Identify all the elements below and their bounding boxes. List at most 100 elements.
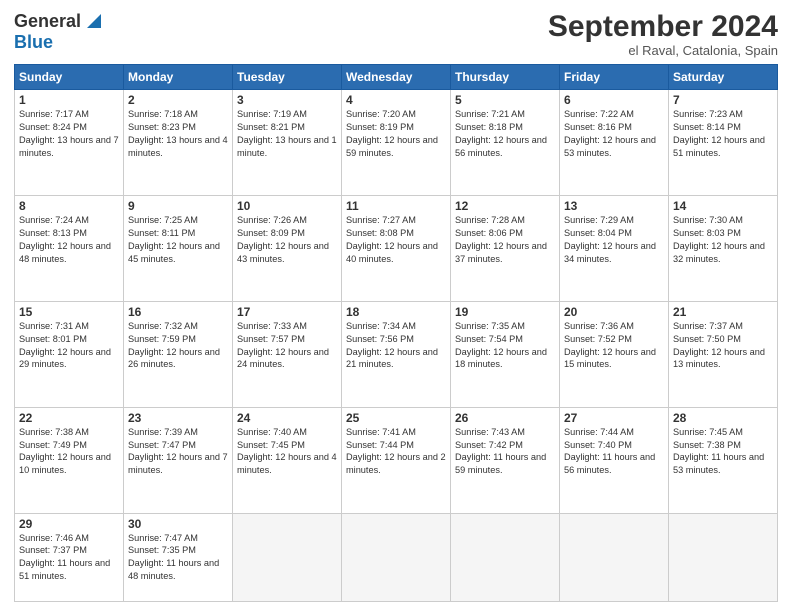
day-number: 5 <box>455 93 555 107</box>
logo-triangle-icon <box>83 10 105 32</box>
col-sunday: Sunday <box>15 65 124 90</box>
day-number: 27 <box>564 411 664 425</box>
month-title: September 2024 <box>548 10 778 43</box>
day-info: Sunrise: 7:35 AMSunset: 7:54 PMDaylight:… <box>455 320 555 372</box>
day-info: Sunrise: 7:40 AMSunset: 7:45 PMDaylight:… <box>237 426 337 478</box>
day-info: Sunrise: 7:25 AMSunset: 8:11 PMDaylight:… <box>128 214 228 266</box>
day-info: Sunrise: 7:39 AMSunset: 7:47 PMDaylight:… <box>128 426 228 478</box>
table-cell: 22 Sunrise: 7:38 AMSunset: 7:49 PMDaylig… <box>15 407 124 513</box>
day-number: 18 <box>346 305 446 319</box>
table-cell: 2 Sunrise: 7:18 AMSunset: 8:23 PMDayligh… <box>124 90 233 196</box>
calendar-table: Sunday Monday Tuesday Wednesday Thursday… <box>14 64 778 602</box>
day-info: Sunrise: 7:43 AMSunset: 7:42 PMDaylight:… <box>455 426 555 478</box>
logo-general: General <box>14 11 81 32</box>
logo-blue: Blue <box>14 32 105 53</box>
table-cell: 20 Sunrise: 7:36 AMSunset: 7:52 PMDaylig… <box>560 301 669 407</box>
day-info: Sunrise: 7:32 AMSunset: 7:59 PMDaylight:… <box>128 320 228 372</box>
calendar-row: 1 Sunrise: 7:17 AMSunset: 8:24 PMDayligh… <box>15 90 778 196</box>
day-number: 20 <box>564 305 664 319</box>
day-info: Sunrise: 7:47 AMSunset: 7:35 PMDaylight:… <box>128 532 228 584</box>
day-info: Sunrise: 7:31 AMSunset: 8:01 PMDaylight:… <box>19 320 119 372</box>
day-number: 17 <box>237 305 337 319</box>
table-cell: 12 Sunrise: 7:28 AMSunset: 8:06 PMDaylig… <box>451 195 560 301</box>
table-cell <box>342 513 451 602</box>
day-info: Sunrise: 7:19 AMSunset: 8:21 PMDaylight:… <box>237 108 337 160</box>
day-number: 6 <box>564 93 664 107</box>
col-monday: Monday <box>124 65 233 90</box>
table-cell: 6 Sunrise: 7:22 AMSunset: 8:16 PMDayligh… <box>560 90 669 196</box>
day-info: Sunrise: 7:24 AMSunset: 8:13 PMDaylight:… <box>19 214 119 266</box>
table-cell: 4 Sunrise: 7:20 AMSunset: 8:19 PMDayligh… <box>342 90 451 196</box>
table-cell: 13 Sunrise: 7:29 AMSunset: 8:04 PMDaylig… <box>560 195 669 301</box>
day-info: Sunrise: 7:29 AMSunset: 8:04 PMDaylight:… <box>564 214 664 266</box>
table-cell: 5 Sunrise: 7:21 AMSunset: 8:18 PMDayligh… <box>451 90 560 196</box>
title-section: September 2024 el Raval, Catalonia, Spai… <box>548 10 778 58</box>
day-info: Sunrise: 7:34 AMSunset: 7:56 PMDaylight:… <box>346 320 446 372</box>
table-cell: 23 Sunrise: 7:39 AMSunset: 7:47 PMDaylig… <box>124 407 233 513</box>
table-cell: 9 Sunrise: 7:25 AMSunset: 8:11 PMDayligh… <box>124 195 233 301</box>
table-cell <box>669 513 778 602</box>
day-number: 29 <box>19 517 119 531</box>
table-cell: 25 Sunrise: 7:41 AMSunset: 7:44 PMDaylig… <box>342 407 451 513</box>
day-number: 28 <box>673 411 773 425</box>
table-cell: 7 Sunrise: 7:23 AMSunset: 8:14 PMDayligh… <box>669 90 778 196</box>
day-number: 9 <box>128 199 228 213</box>
calendar-row: 15 Sunrise: 7:31 AMSunset: 8:01 PMDaylig… <box>15 301 778 407</box>
day-info: Sunrise: 7:21 AMSunset: 8:18 PMDaylight:… <box>455 108 555 160</box>
day-number: 16 <box>128 305 228 319</box>
day-number: 15 <box>19 305 119 319</box>
day-number: 19 <box>455 305 555 319</box>
day-info: Sunrise: 7:41 AMSunset: 7:44 PMDaylight:… <box>346 426 446 478</box>
table-cell: 3 Sunrise: 7:19 AMSunset: 8:21 PMDayligh… <box>233 90 342 196</box>
logo: General Blue <box>14 10 105 53</box>
day-number: 4 <box>346 93 446 107</box>
day-info: Sunrise: 7:17 AMSunset: 8:24 PMDaylight:… <box>19 108 119 160</box>
location-subtitle: el Raval, Catalonia, Spain <box>548 43 778 58</box>
table-cell <box>560 513 669 602</box>
col-wednesday: Wednesday <box>342 65 451 90</box>
table-cell: 26 Sunrise: 7:43 AMSunset: 7:42 PMDaylig… <box>451 407 560 513</box>
table-cell: 21 Sunrise: 7:37 AMSunset: 7:50 PMDaylig… <box>669 301 778 407</box>
table-cell: 10 Sunrise: 7:26 AMSunset: 8:09 PMDaylig… <box>233 195 342 301</box>
day-info: Sunrise: 7:46 AMSunset: 7:37 PMDaylight:… <box>19 532 119 584</box>
day-info: Sunrise: 7:20 AMSunset: 8:19 PMDaylight:… <box>346 108 446 160</box>
day-number: 23 <box>128 411 228 425</box>
col-saturday: Saturday <box>669 65 778 90</box>
day-number: 14 <box>673 199 773 213</box>
table-cell <box>451 513 560 602</box>
table-cell: 15 Sunrise: 7:31 AMSunset: 8:01 PMDaylig… <box>15 301 124 407</box>
table-cell: 1 Sunrise: 7:17 AMSunset: 8:24 PMDayligh… <box>15 90 124 196</box>
day-info: Sunrise: 7:26 AMSunset: 8:09 PMDaylight:… <box>237 214 337 266</box>
day-number: 25 <box>346 411 446 425</box>
day-number: 22 <box>19 411 119 425</box>
day-info: Sunrise: 7:18 AMSunset: 8:23 PMDaylight:… <box>128 108 228 160</box>
col-thursday: Thursday <box>451 65 560 90</box>
day-info: Sunrise: 7:38 AMSunset: 7:49 PMDaylight:… <box>19 426 119 478</box>
calendar-row: 22 Sunrise: 7:38 AMSunset: 7:49 PMDaylig… <box>15 407 778 513</box>
day-number: 2 <box>128 93 228 107</box>
day-number: 13 <box>564 199 664 213</box>
day-info: Sunrise: 7:33 AMSunset: 7:57 PMDaylight:… <box>237 320 337 372</box>
table-cell: 24 Sunrise: 7:40 AMSunset: 7:45 PMDaylig… <box>233 407 342 513</box>
page: General Blue September 2024 el Raval, Ca… <box>0 0 792 612</box>
day-number: 24 <box>237 411 337 425</box>
day-info: Sunrise: 7:27 AMSunset: 8:08 PMDaylight:… <box>346 214 446 266</box>
day-number: 8 <box>19 199 119 213</box>
table-cell: 19 Sunrise: 7:35 AMSunset: 7:54 PMDaylig… <box>451 301 560 407</box>
table-cell: 28 Sunrise: 7:45 AMSunset: 7:38 PMDaylig… <box>669 407 778 513</box>
col-friday: Friday <box>560 65 669 90</box>
day-number: 3 <box>237 93 337 107</box>
day-number: 30 <box>128 517 228 531</box>
day-number: 10 <box>237 199 337 213</box>
logo-block: General Blue <box>14 10 105 53</box>
day-number: 12 <box>455 199 555 213</box>
header: General Blue September 2024 el Raval, Ca… <box>14 10 778 58</box>
day-info: Sunrise: 7:28 AMSunset: 8:06 PMDaylight:… <box>455 214 555 266</box>
day-number: 21 <box>673 305 773 319</box>
day-info: Sunrise: 7:30 AMSunset: 8:03 PMDaylight:… <box>673 214 773 266</box>
table-cell: 16 Sunrise: 7:32 AMSunset: 7:59 PMDaylig… <box>124 301 233 407</box>
table-cell: 11 Sunrise: 7:27 AMSunset: 8:08 PMDaylig… <box>342 195 451 301</box>
table-cell: 30 Sunrise: 7:47 AMSunset: 7:35 PMDaylig… <box>124 513 233 602</box>
day-info: Sunrise: 7:37 AMSunset: 7:50 PMDaylight:… <box>673 320 773 372</box>
day-number: 1 <box>19 93 119 107</box>
